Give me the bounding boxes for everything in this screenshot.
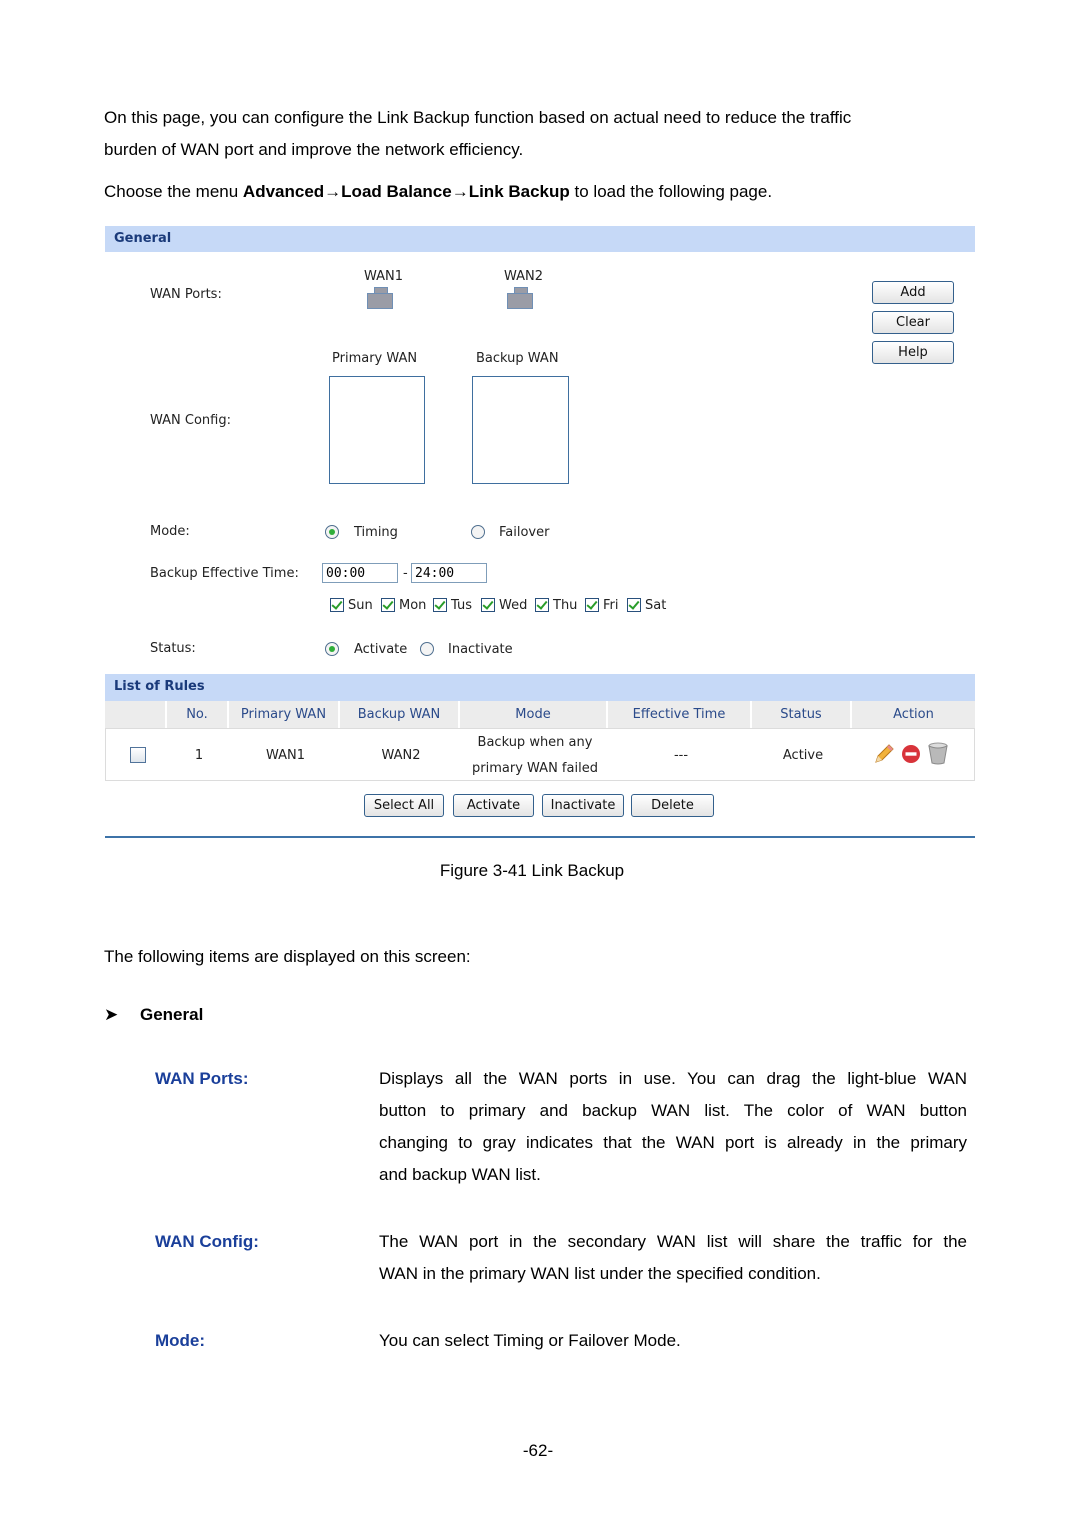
column-header-status: Status <box>752 701 852 728</box>
section-heading-text: General <box>140 1005 204 1024</box>
time-separator: - <box>403 566 408 581</box>
help-button[interactable]: Help <box>872 341 954 364</box>
rules-section-header: List of Rules <box>105 674 975 701</box>
day-thu-checkbox[interactable] <box>535 598 549 612</box>
day-mon-label: Mon <box>399 598 427 613</box>
term-wan-ports: WAN Ports: <box>155 1069 249 1088</box>
status-activate-radio[interactable] <box>325 642 339 656</box>
select-all-button[interactable]: Select All <box>364 794 444 817</box>
row-status: Active <box>782 748 824 763</box>
desc-wan-config-line: The WAN port in the secondary WAN list w… <box>379 1232 967 1251</box>
day-sat-checkbox[interactable] <box>627 598 641 612</box>
delete-button[interactable]: Delete <box>631 794 714 817</box>
activate-button[interactable]: Activate <box>453 794 534 817</box>
column-header-effective-time: Effective Time <box>608 701 752 728</box>
column-header-mode: Mode <box>460 701 608 728</box>
wan2-port-icon[interactable] <box>507 287 533 309</box>
edit-pencil-icon[interactable] <box>873 743 895 765</box>
row-no: 1 <box>194 748 204 763</box>
mode-failover-label: Failover <box>499 525 550 540</box>
disable-icon[interactable] <box>901 744 921 764</box>
status-inactivate-radio[interactable] <box>420 642 434 656</box>
wan1-label: WAN1 <box>364 269 404 284</box>
day-wed-label: Wed <box>499 598 528 613</box>
row-select-checkbox[interactable] <box>130 747 146 763</box>
mode-timing-radio[interactable] <box>325 525 339 539</box>
column-header-action: Action <box>852 701 975 728</box>
column-header-no: No. <box>167 701 229 728</box>
day-sat-label: Sat <box>645 598 667 613</box>
desc-wan-ports: Displays all the WAN ports in use. You c… <box>379 1063 967 1191</box>
clear-button[interactable]: Clear <box>872 311 954 334</box>
status-inactivate-label: Inactivate <box>448 642 513 657</box>
time-start-input[interactable] <box>322 563 398 583</box>
bullet-arrow-icon: ➤ <box>104 1005 119 1024</box>
backup-wan-label: Backup WAN <box>476 351 559 366</box>
day-thu-label: Thu <box>553 598 578 613</box>
mode-label: Mode: <box>150 524 190 539</box>
day-fri-label: Fri <box>603 598 619 613</box>
day-sun-checkbox[interactable] <box>330 598 344 612</box>
column-header-primary-wan: Primary WAN <box>229 701 340 728</box>
intro-line-1: On this page, you can configure the Link… <box>104 108 852 127</box>
panel-bottom-divider <box>105 836 975 838</box>
wan-ports-label: WAN Ports: <box>150 287 222 302</box>
delete-trash-icon[interactable] <box>928 742 948 765</box>
table-row: 1 WAN1 WAN2 Backup when any primary WAN … <box>105 728 975 781</box>
row-mode-line1: Backup when any <box>477 735 593 750</box>
intro-line-2: burden of WAN port and improve the netwo… <box>104 140 524 159</box>
row-effective-time: --- <box>673 748 689 763</box>
menu-instruction-prefix: Choose the menu <box>104 182 243 201</box>
desc-wan-config-line: WAN in the primary WAN list under the sp… <box>379 1264 821 1283</box>
backup-time-label: Backup Effective Time: <box>150 566 299 581</box>
day-tus-checkbox[interactable] <box>433 598 447 612</box>
day-fri-checkbox[interactable] <box>585 598 599 612</box>
wan1-port-icon[interactable] <box>367 287 393 309</box>
time-end-input[interactable] <box>411 563 487 583</box>
mode-timing-label: Timing <box>354 525 398 540</box>
menu-instruction: Choose the menu Advanced→Load Balance→Li… <box>104 176 772 208</box>
status-label: Status: <box>150 641 196 656</box>
mode-failover-radio[interactable] <box>471 525 485 539</box>
section-heading: ➤ General <box>104 999 203 1031</box>
day-wed-checkbox[interactable] <box>481 598 495 612</box>
add-button[interactable]: Add <box>872 281 954 304</box>
column-header-backup-wan: Backup WAN <box>340 701 460 728</box>
desc-mode: You can select Timing or Failover Mode. <box>379 1331 681 1350</box>
desc-wan-ports-line: Displays all the WAN ports in use. You c… <box>379 1069 967 1088</box>
term-wan-config: WAN Config: <box>155 1232 259 1251</box>
row-mode-line2: primary WAN failed <box>472 761 598 776</box>
menu-path: Advanced→Load Balance→Link Backup <box>242 182 570 201</box>
desc-wan-ports-line: changing to gray indicates that the WAN … <box>379 1133 967 1152</box>
wan-config-label: WAN Config: <box>150 413 231 428</box>
general-section-header: General <box>105 226 975 252</box>
desc-wan-ports-line: and backup WAN list. <box>379 1165 541 1184</box>
day-mon-checkbox[interactable] <box>381 598 395 612</box>
primary-wan-label: Primary WAN <box>332 351 418 366</box>
row-backup-wan: WAN2 <box>381 748 421 763</box>
day-sun-label: Sun <box>348 598 373 613</box>
page-number: -62- <box>522 1441 554 1460</box>
figure-caption: Figure 3-41 Link Backup <box>439 861 625 880</box>
items-intro: The following items are displayed on thi… <box>104 947 471 966</box>
desc-wan-config: The WAN port in the secondary WAN list w… <box>379 1226 967 1290</box>
wan2-label: WAN2 <box>504 269 544 284</box>
inactivate-button[interactable]: Inactivate <box>542 794 624 817</box>
primary-wan-list[interactable] <box>329 376 425 484</box>
day-tus-label: Tus <box>451 598 472 613</box>
desc-wan-ports-line: button to primary and backup WAN list. T… <box>379 1101 967 1120</box>
menu-instruction-suffix: to load the following page. <box>569 182 773 201</box>
row-primary-wan: WAN1 <box>265 748 306 763</box>
term-mode: Mode: <box>155 1331 206 1350</box>
backup-wan-list[interactable] <box>472 376 569 484</box>
status-activate-label: Activate <box>354 642 408 657</box>
column-header-select <box>105 701 167 728</box>
